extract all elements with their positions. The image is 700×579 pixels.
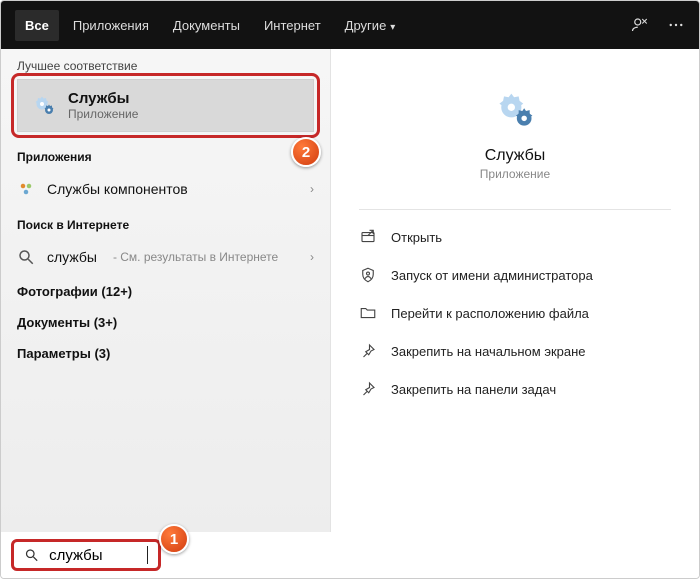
more-icon[interactable] xyxy=(667,16,685,34)
action-label: Закрепить на панели задач xyxy=(391,382,556,397)
action-label: Запуск от имени администратора xyxy=(391,268,593,283)
pin-taskbar-icon xyxy=(359,380,377,398)
services-icon-large xyxy=(493,89,537,133)
search-icon xyxy=(24,547,39,563)
chevron-down-icon: ▾ xyxy=(390,22,395,33)
action-run-as-admin[interactable]: Запуск от имени администратора xyxy=(349,256,681,294)
best-match-result[interactable]: Службы Приложение xyxy=(17,79,314,132)
results-pane: Лучшее соответствие Службы Приложение xyxy=(1,49,331,532)
best-match-title: Службы xyxy=(68,90,138,107)
annotation-highlight-1 xyxy=(11,539,161,571)
open-icon xyxy=(359,228,377,246)
best-match-header: Лучшее соответствие xyxy=(1,49,330,79)
text-caret xyxy=(147,546,148,564)
folder-location-icon xyxy=(359,304,377,322)
component-services-icon xyxy=(17,180,35,198)
search-bar xyxy=(1,532,699,578)
detail-subtitle: Приложение xyxy=(480,167,550,181)
shield-admin-icon xyxy=(359,266,377,284)
group-photos[interactable]: Фотографии (12+) xyxy=(1,276,330,307)
web-header: Поиск в Интернете xyxy=(1,208,330,238)
tab-more[interactable]: Другие▾ xyxy=(335,10,406,41)
web-suffix: - См. результаты в Интернете xyxy=(113,250,278,264)
services-icon xyxy=(32,94,56,118)
chevron-right-icon: › xyxy=(310,182,314,196)
tab-documents[interactable]: Документы xyxy=(163,10,250,41)
pin-start-icon xyxy=(359,342,377,360)
action-label: Открыть xyxy=(391,230,442,245)
action-pin-to-start[interactable]: Закрепить на начальном экране xyxy=(349,332,681,370)
search-icon xyxy=(17,248,35,266)
web-query: службы xyxy=(47,249,97,265)
tab-internet[interactable]: Интернет xyxy=(254,10,331,41)
action-open-file-location[interactable]: Перейти к расположению файла xyxy=(349,294,681,332)
top-tab-bar: Все Приложения Документы Интернет Другие… xyxy=(1,1,699,49)
result-web-search[interactable]: службы - См. результаты в Интернете › xyxy=(1,238,330,276)
result-component-services[interactable]: Службы компонентов › xyxy=(1,170,330,208)
best-match-subtitle: Приложение xyxy=(68,107,138,121)
result-title: Службы компонентов xyxy=(47,181,188,197)
action-label: Закрепить на начальном экране xyxy=(391,344,586,359)
group-settings[interactable]: Параметры (3) xyxy=(1,338,330,369)
apps-header: Приложения xyxy=(1,140,330,170)
tab-apps[interactable]: Приложения xyxy=(63,10,159,41)
search-input[interactable] xyxy=(49,547,139,564)
chevron-right-icon: › xyxy=(310,250,314,264)
action-open[interactable]: Открыть xyxy=(349,218,681,256)
detail-pane: Службы Приложение Открыть Запуск от имен… xyxy=(331,49,699,532)
feedback-icon[interactable] xyxy=(631,16,649,34)
group-documents[interactable]: Документы (3+) xyxy=(1,307,330,338)
action-label: Перейти к расположению файла xyxy=(391,306,589,321)
tab-all[interactable]: Все xyxy=(15,10,59,41)
detail-title: Службы xyxy=(485,147,546,165)
action-pin-to-taskbar[interactable]: Закрепить на панели задач xyxy=(349,370,681,408)
